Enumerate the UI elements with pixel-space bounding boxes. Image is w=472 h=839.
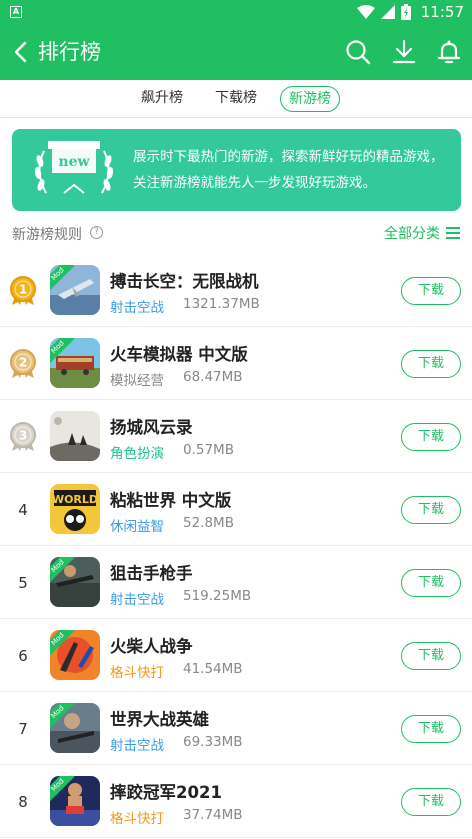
all-categories-label: 全部分类 — [384, 226, 440, 242]
app-category[interactable]: 模拟经营 — [110, 369, 164, 389]
status-icons: 11:57 — [356, 3, 464, 21]
app-size: 41.54MB — [183, 661, 243, 677]
app-icon[interactable] — [50, 411, 100, 461]
tab-rising[interactable]: 飙升榜 — [134, 86, 190, 112]
download-icon[interactable] — [390, 38, 418, 66]
rank-medal-icon: 2 — [10, 349, 36, 378]
tab-downloads[interactable]: 下载榜 — [208, 86, 264, 112]
ranking-tabs: 飙升榜 下载榜 新游榜 — [0, 80, 472, 118]
app-category[interactable]: 射击空战 — [110, 588, 164, 608]
app-bar: 排行榜 — [0, 24, 472, 80]
download-button[interactable]: 下载 — [401, 423, 461, 451]
new-badge-text: new — [58, 154, 90, 170]
battery-icon — [400, 4, 411, 20]
svg-text:WORLD: WORLD — [52, 493, 98, 506]
app-category[interactable]: 角色扮演 — [110, 442, 164, 462]
game-row[interactable]: 6 Mod 火柴人战争 格斗快打 41.54MB 下载 — [0, 619, 472, 692]
game-row[interactable]: 5 Mod 狙击手枪手 射击空战 519.25MB 下载 — [0, 546, 472, 619]
app-name[interactable]: 世界大战英雄 — [110, 706, 209, 730]
download-button[interactable]: 下载 — [401, 496, 461, 524]
app-category[interactable]: 射击空战 — [110, 734, 164, 754]
app-name[interactable]: 火车模拟器 中文版 — [110, 341, 248, 365]
app-size: 37.74MB — [183, 807, 243, 823]
download-button[interactable]: 下载 — [401, 788, 461, 816]
rank-number: 5 — [18, 574, 28, 592]
signal-icon — [380, 5, 395, 19]
back-arrow-icon[interactable] — [10, 38, 32, 66]
game-row[interactable]: 8 Mod 摔跤冠军2021 格斗快打 37.74MB 下载 — [0, 765, 472, 838]
search-icon[interactable] — [344, 38, 372, 66]
rank-number: 3 — [19, 429, 27, 443]
rank-medal-icon: 1 — [10, 276, 36, 305]
download-button[interactable]: 下载 — [401, 569, 461, 597]
app-size: 0.57MB — [183, 442, 234, 458]
rank-medal-icon: 3 — [10, 422, 36, 451]
app-icon[interactable]: Mod — [50, 338, 100, 388]
rank-number: 2 — [19, 356, 27, 370]
app-artwork: WORLD — [50, 484, 100, 534]
app-icon[interactable]: Mod — [50, 776, 100, 826]
rank-number: 1 — [19, 283, 27, 297]
status-time: 11:57 — [420, 3, 464, 21]
download-button[interactable]: 下载 — [401, 715, 461, 743]
download-button[interactable]: 下载 — [401, 350, 461, 378]
help-icon[interactable]: ? — [90, 226, 103, 239]
app-icon[interactable]: Mod — [50, 630, 100, 680]
app-icon[interactable]: WORLD — [50, 484, 100, 534]
app-icon[interactable]: Mod — [50, 557, 100, 607]
tab-new-games[interactable]: 新游榜 — [280, 86, 340, 112]
bell-icon[interactable] — [435, 38, 463, 66]
app-name[interactable]: 搏击长空：无限战机 — [110, 268, 259, 292]
app-name[interactable]: 摔跤冠军2021 — [110, 779, 222, 803]
app-category[interactable]: 休闲益智 — [110, 515, 164, 535]
game-row[interactable]: 2 Mod 火车模拟器 中文版 模拟经营 68.47MB 下载 — [0, 327, 472, 400]
new-badge-icon: new — [34, 141, 114, 194]
app-name[interactable]: 狙击手枪手 — [110, 560, 193, 584]
notification-icon: A — [10, 6, 22, 18]
download-button[interactable]: 下载 — [401, 277, 461, 305]
rank-number: 6 — [18, 647, 28, 665]
banner-description: 展示时下最热门的新游，探索新鲜好玩的精品游戏，关注新游榜就能先人一步发现好玩游戏… — [133, 149, 444, 191]
app-size: 1321.37MB — [183, 296, 260, 312]
app-name[interactable]: 扬城风云录 — [110, 414, 193, 438]
app-size: 519.25MB — [183, 588, 252, 604]
rank-number: 8 — [18, 793, 28, 811]
game-row[interactable]: 7 Mod 世界大战英雄 射击空战 69.33MB 下载 — [0, 692, 472, 765]
download-button[interactable]: 下载 — [401, 642, 461, 670]
wifi-icon — [356, 5, 375, 19]
all-categories-button[interactable]: 全部分类 — [384, 223, 460, 243]
app-size: 52.8MB — [183, 515, 234, 531]
status-bar: A 11:57 — [0, 0, 472, 24]
app-icon[interactable]: Mod — [50, 265, 100, 315]
app-artwork — [50, 411, 100, 461]
app-category[interactable]: 格斗快打 — [110, 661, 164, 681]
page-title: 排行榜 — [38, 40, 101, 64]
new-games-banner: new 展示时下最热门的新游，探索新鲜好玩的精品游戏，关注新游榜就能先人一步发现… — [12, 129, 461, 211]
rank-number: 7 — [18, 720, 28, 738]
app-size: 69.33MB — [183, 734, 243, 750]
app-name[interactable]: 火柴人战争 — [110, 633, 193, 657]
rules-row: 新游榜规则 ? 全部分类 — [0, 218, 472, 248]
app-category[interactable]: 格斗快打 — [110, 807, 164, 827]
game-row[interactable]: 4 WORLD 粘粘世界 中文版 休闲益智 52.8MB 下载 — [0, 473, 472, 546]
app-name[interactable]: 粘粘世界 中文版 — [110, 487, 231, 511]
rank-number: 4 — [18, 501, 28, 519]
rules-label[interactable]: 新游榜规则 — [12, 224, 82, 244]
app-size: 68.47MB — [183, 369, 243, 385]
menu-icon — [446, 227, 460, 239]
game-row[interactable]: 3 扬城风云录 角色扮演 0.57MB 下载 — [0, 400, 472, 473]
app-category[interactable]: 射击空战 — [110, 296, 164, 316]
app-icon[interactable]: Mod — [50, 703, 100, 753]
game-row[interactable]: 1 Mod 搏击长空：无限战机 射击空战 1321.37MB 下载 — [0, 254, 472, 327]
game-list: 1 Mod 搏击长空：无限战机 射击空战 1321.37MB 下载 2 Mod … — [0, 254, 472, 838]
